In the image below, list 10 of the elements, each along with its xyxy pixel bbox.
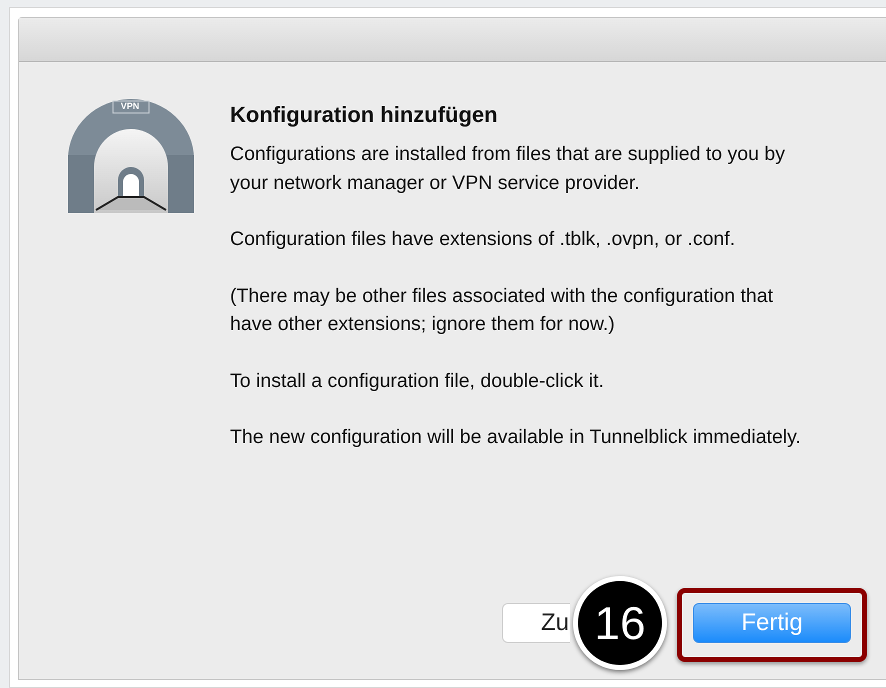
paragraph: The new configuration will be available in Tunnelblick immediately.	[230, 425, 802, 450]
dialog-title: Konfiguration hinzufügen	[230, 101, 499, 129]
tunnel-icon	[66, 97, 196, 213]
icon-label: VPN	[120, 100, 140, 112]
paragraph: To install a configuration file, double-click it.	[230, 368, 605, 394]
paragraph: Configuration files have extensions of .tblk, .ovpn, or .conf.	[230, 227, 736, 252]
paragraph: (There may be other files associated with the configuration that have other extensions; ignore them for now.)	[230, 284, 774, 337]
back-button[interactable]: Zu	[502, 603, 570, 643]
paragraph: Configurations are installed from files that are supplied to you by your network manager or VPN service provider.	[230, 142, 786, 196]
step-badge: 16	[573, 576, 667, 670]
